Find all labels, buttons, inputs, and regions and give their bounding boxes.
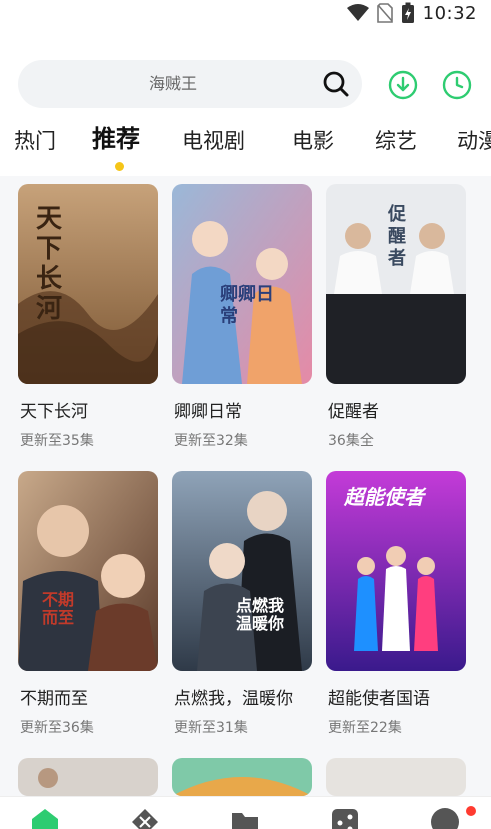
status-time: 10:32	[422, 2, 477, 24]
tab-variety[interactable]: 综艺	[375, 124, 417, 158]
game-icon[interactable]	[130, 807, 160, 829]
card-episode-status: 更新至32集	[174, 433, 248, 449]
tab-movie[interactable]: 电影	[292, 124, 334, 158]
card-episode-status: 更新至36集	[20, 720, 94, 736]
card-title: 超能使者国语	[328, 689, 430, 709]
video-card[interactable]: 天下长河 天下长河 更新至35集	[18, 184, 158, 449]
poster-image[interactable]: 卿卿日常	[172, 184, 312, 384]
video-card[interactable]	[326, 758, 466, 796]
video-card[interactable]: 卿卿日常 卿卿日常 更新至32集	[172, 184, 312, 449]
active-tab-indicator	[115, 162, 124, 171]
status-icons: 10:32	[346, 2, 477, 24]
card-episode-status: 更新至31集	[174, 720, 248, 736]
poster-logo-text: 超能使者	[344, 485, 424, 509]
tab-hot[interactable]: 热门	[14, 124, 56, 158]
poster-image[interactable]: 不期而至	[18, 471, 158, 671]
poster-calligraphy: 促醒者	[388, 204, 406, 269]
tab-anime[interactable]: 动漫	[457, 124, 491, 158]
video-card[interactable]: 超能使者 超能使者国语 更新至22集	[326, 471, 466, 736]
tab-recommend[interactable]: 推荐	[92, 124, 140, 156]
video-card[interactable]: 点燃我温暖你 点燃我，温暖你 更新至31集	[172, 471, 312, 736]
poster-image[interactable]: 促醒者	[326, 184, 466, 384]
poster-image[interactable]	[326, 758, 466, 796]
poster-image[interactable]: 点燃我温暖你	[172, 471, 312, 671]
no-sim-icon	[376, 3, 393, 23]
profile-icon[interactable]	[430, 807, 460, 829]
search-icon[interactable]	[322, 70, 350, 98]
card-title: 促醒者	[328, 402, 379, 422]
history-clock-icon[interactable]	[442, 70, 472, 100]
folder-icon[interactable]	[230, 807, 260, 829]
status-bar: 10:32	[0, 0, 491, 28]
card-episode-status: 更新至35集	[20, 433, 94, 449]
video-card[interactable]	[18, 758, 158, 796]
card-title: 点燃我，温暖你	[174, 689, 293, 709]
search-placeholder: 海贼王	[148, 74, 197, 93]
card-title: 天下长河	[20, 402, 88, 422]
video-card[interactable]: 促醒者 促醒者 36集全	[326, 184, 466, 449]
poster-calligraphy: 点燃我温暖你	[236, 596, 285, 633]
notification-badge	[466, 806, 476, 816]
card-episode-status: 36集全	[328, 433, 374, 449]
search-row: 海贼王	[18, 60, 478, 108]
card-title: 不期而至	[20, 689, 88, 709]
poster-calligraphy: 不期而至	[42, 590, 75, 627]
video-card[interactable]	[172, 758, 312, 796]
poster-calligraphy: 卿卿日常	[220, 284, 274, 327]
category-tabs: 热门 推荐 电视剧 电影 综艺 动漫	[0, 124, 491, 170]
share-icon[interactable]	[330, 807, 360, 829]
poster-image[interactable]	[18, 758, 158, 796]
poster-calligraphy: 天下长河	[36, 204, 63, 324]
download-icon[interactable]	[388, 70, 418, 100]
tab-tv-series[interactable]: 电视剧	[182, 124, 245, 158]
card-title: 卿卿日常	[174, 402, 242, 422]
wifi-icon	[346, 4, 369, 21]
video-card[interactable]: 不期而至 不期而至 更新至36集	[18, 471, 158, 736]
poster-image[interactable]: 超能使者	[326, 471, 466, 671]
bottom-navigation	[0, 796, 491, 829]
poster-image[interactable]	[172, 758, 312, 796]
search-input[interactable]: 海贼王	[18, 60, 362, 108]
poster-image[interactable]: 天下长河	[18, 184, 158, 384]
card-episode-status: 更新至22集	[328, 720, 402, 736]
battery-charging-icon	[401, 2, 414, 23]
home-icon[interactable]	[30, 807, 60, 829]
